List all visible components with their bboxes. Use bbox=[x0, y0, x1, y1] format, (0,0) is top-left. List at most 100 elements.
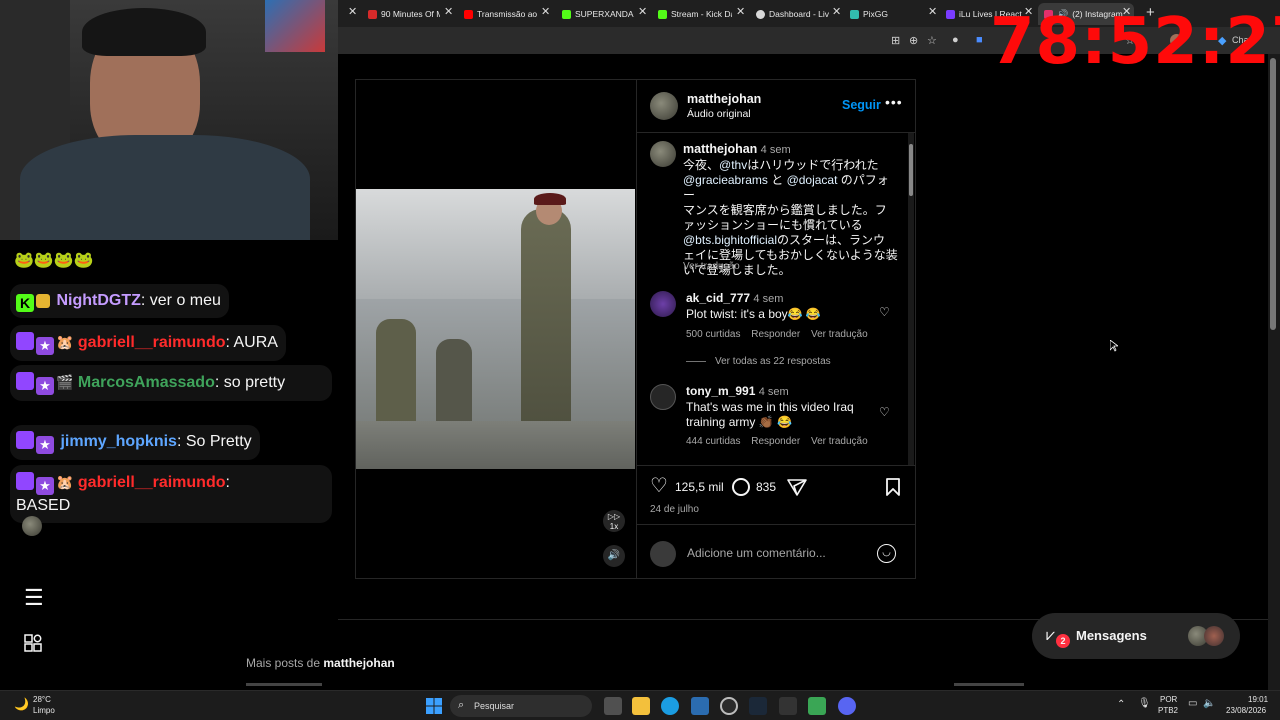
view-replies-link[interactable]: Ver todas as 22 respostas bbox=[715, 356, 831, 367]
comment-likes[interactable]: 444 curtidas bbox=[686, 436, 740, 447]
edge-icon[interactable] bbox=[661, 697, 679, 715]
follow-button[interactable]: Seguir bbox=[842, 98, 881, 112]
mention-link[interactable]: @bts.bighitofficial bbox=[683, 233, 777, 247]
task-view-icon[interactable] bbox=[604, 697, 622, 715]
comments-scroll-thumb[interactable] bbox=[909, 144, 913, 196]
messages-button[interactable]: ⩗ 2 Mensagens bbox=[1032, 613, 1240, 659]
browser-tab[interactable]: SUPERXANDAO bbox=[562, 3, 634, 25]
comment-text: That's was me in this video Iraq bbox=[686, 400, 854, 414]
like-count[interactable]: 125,5 mil bbox=[675, 480, 724, 494]
network-icon[interactable]: ▭ bbox=[1188, 698, 1197, 709]
page-scroll-thumb[interactable] bbox=[1270, 58, 1276, 330]
browser-tab[interactable]: PixGG bbox=[850, 3, 920, 25]
comment-count[interactable]: 835 bbox=[756, 480, 776, 494]
search-placeholder: Pesquisar bbox=[474, 701, 515, 711]
author-avatar[interactable] bbox=[650, 141, 676, 167]
divider bbox=[637, 465, 915, 466]
kick-icon: K bbox=[16, 294, 34, 312]
chat-username[interactable]: NightDGTZ bbox=[56, 292, 140, 309]
author-avatar[interactable] bbox=[650, 92, 678, 120]
more-options-icon[interactable]: ••• bbox=[885, 94, 903, 110]
messenger-icon: ⩗ bbox=[1046, 627, 1056, 644]
comment-icon[interactable] bbox=[732, 478, 750, 496]
language-indicator[interactable]: POR bbox=[1160, 695, 1177, 704]
photos-icon[interactable] bbox=[691, 697, 709, 715]
star-badge-icon: ★ bbox=[36, 377, 54, 395]
app-icon[interactable] bbox=[808, 697, 826, 715]
commenter-avatar[interactable] bbox=[650, 384, 676, 410]
moon-weather-icon[interactable]: 🌙 bbox=[14, 697, 29, 711]
app-icon[interactable]: ⊞ bbox=[891, 34, 900, 47]
mention-link[interactable]: @thv bbox=[719, 158, 747, 172]
steam-icon[interactable] bbox=[749, 697, 767, 715]
chat-username[interactable]: jimmy_hopknis bbox=[60, 433, 176, 450]
more-posts-user-link[interactable]: matthejohan bbox=[323, 656, 394, 670]
clock-time[interactable]: 19:01 bbox=[1248, 695, 1268, 704]
volume-icon[interactable]: 🔊 bbox=[603, 545, 625, 567]
weather-temp[interactable]: 28°C bbox=[33, 695, 51, 704]
taskbar-search[interactable]: ⌕ Pesquisar bbox=[450, 695, 592, 717]
browser-tab[interactable]: Dashboard - Liv bbox=[756, 3, 830, 25]
mention-link[interactable]: @dojacat bbox=[787, 173, 838, 187]
chat-text: AURA bbox=[233, 334, 278, 351]
audio-label[interactable]: Áudio original bbox=[687, 108, 751, 120]
zoom-icon[interactable]: ⊕ bbox=[909, 34, 918, 47]
thumbnail-edge bbox=[246, 683, 322, 686]
browser-tab[interactable]: Stream - Kick Da bbox=[658, 3, 732, 25]
windows-start-icon[interactable] bbox=[426, 698, 442, 714]
chat-username[interactable]: gabriell__raimundo bbox=[78, 474, 226, 491]
streamer-shirt bbox=[20, 135, 310, 240]
close-tab-icon[interactable]: ✕ bbox=[928, 7, 937, 18]
save-icon[interactable] bbox=[885, 478, 901, 496]
extension-icon[interactable]: ■ bbox=[976, 34, 983, 46]
chat-username[interactable]: gabriell__raimundo bbox=[78, 334, 226, 351]
thumbnail-edge bbox=[954, 683, 1024, 686]
caption-username[interactable]: matthejohan bbox=[683, 142, 757, 156]
discord-icon[interactable] bbox=[838, 697, 856, 715]
more-apps-icon[interactable] bbox=[24, 634, 42, 652]
volume-icon[interactable]: 🔈 bbox=[1203, 698, 1215, 709]
comment-username[interactable]: ak_cid_777 bbox=[686, 291, 750, 305]
comments-scroll-area[interactable]: matthejohan 4 sem 今夜、@thvはハリウッドで行われた @gr… bbox=[637, 133, 915, 465]
comment-likes[interactable]: 500 curtidas bbox=[686, 329, 740, 340]
microphone-icon[interactable]: 🎙 bbox=[1138, 698, 1151, 709]
comment-username[interactable]: tony_m_991 bbox=[686, 384, 755, 398]
mention-link[interactable]: @gracieabrams bbox=[683, 173, 768, 187]
reply-button[interactable]: Responder bbox=[751, 329, 800, 340]
add-comment-input[interactable]: Adicione um comentário... bbox=[687, 546, 826, 560]
clock-date[interactable]: 23/08/2026 bbox=[1226, 706, 1266, 715]
like-comment-icon[interactable]: ♡ bbox=[879, 405, 890, 419]
speed-button[interactable]: ▷▷ 1x bbox=[603, 510, 625, 532]
obs-icon[interactable] bbox=[720, 697, 738, 715]
close-tab-icon[interactable]: ✕ bbox=[444, 7, 453, 18]
close-tab-icon[interactable]: ✕ bbox=[832, 7, 841, 18]
close-tab-icon[interactable]: ✕ bbox=[541, 7, 550, 18]
file-explorer-icon[interactable] bbox=[632, 697, 650, 715]
commenter-avatar[interactable] bbox=[650, 291, 676, 317]
keyboard-layout[interactable]: PTB2 bbox=[1158, 706, 1178, 715]
close-tab-icon[interactable]: ✕ bbox=[348, 7, 357, 18]
weather-desc[interactable]: Limpo bbox=[33, 706, 55, 715]
tab-title: Transmissão ao v bbox=[477, 9, 538, 19]
chat-username[interactable]: MarcosAmassado bbox=[78, 374, 215, 391]
author-username[interactable]: matthejohan bbox=[687, 92, 761, 106]
notion-icon[interactable] bbox=[779, 697, 797, 715]
like-comment-icon[interactable]: ♡ bbox=[879, 305, 890, 319]
share-icon[interactable] bbox=[787, 478, 807, 496]
extension-icon[interactable]: ● bbox=[952, 34, 959, 46]
chevron-up-icon[interactable]: ⌃ bbox=[1117, 699, 1125, 710]
browser-tab[interactable]: 90 Minutes Of M bbox=[368, 3, 440, 25]
close-tab-icon[interactable]: ✕ bbox=[736, 7, 745, 18]
see-translation-link[interactable]: Ver tradução bbox=[811, 436, 868, 447]
close-tab-icon[interactable]: ✕ bbox=[638, 7, 647, 18]
like-icon[interactable]: ♡ bbox=[650, 476, 668, 496]
bookmark-star-icon[interactable]: ☆ bbox=[927, 34, 937, 47]
emoji-icon[interactable]: ◡ bbox=[877, 544, 896, 563]
see-translation-link[interactable]: Ver tradução bbox=[683, 261, 740, 272]
browser-tab[interactable]: Transmissão ao v bbox=[464, 3, 538, 25]
reel-video[interactable]: ▷▷ 1x 🔊 bbox=[356, 80, 635, 578]
see-translation-link[interactable]: Ver tradução bbox=[811, 329, 868, 340]
post-date[interactable]: 24 de julho bbox=[650, 504, 699, 515]
reply-button[interactable]: Responder bbox=[751, 436, 800, 447]
menu-icon[interactable]: ☰ bbox=[24, 587, 44, 609]
